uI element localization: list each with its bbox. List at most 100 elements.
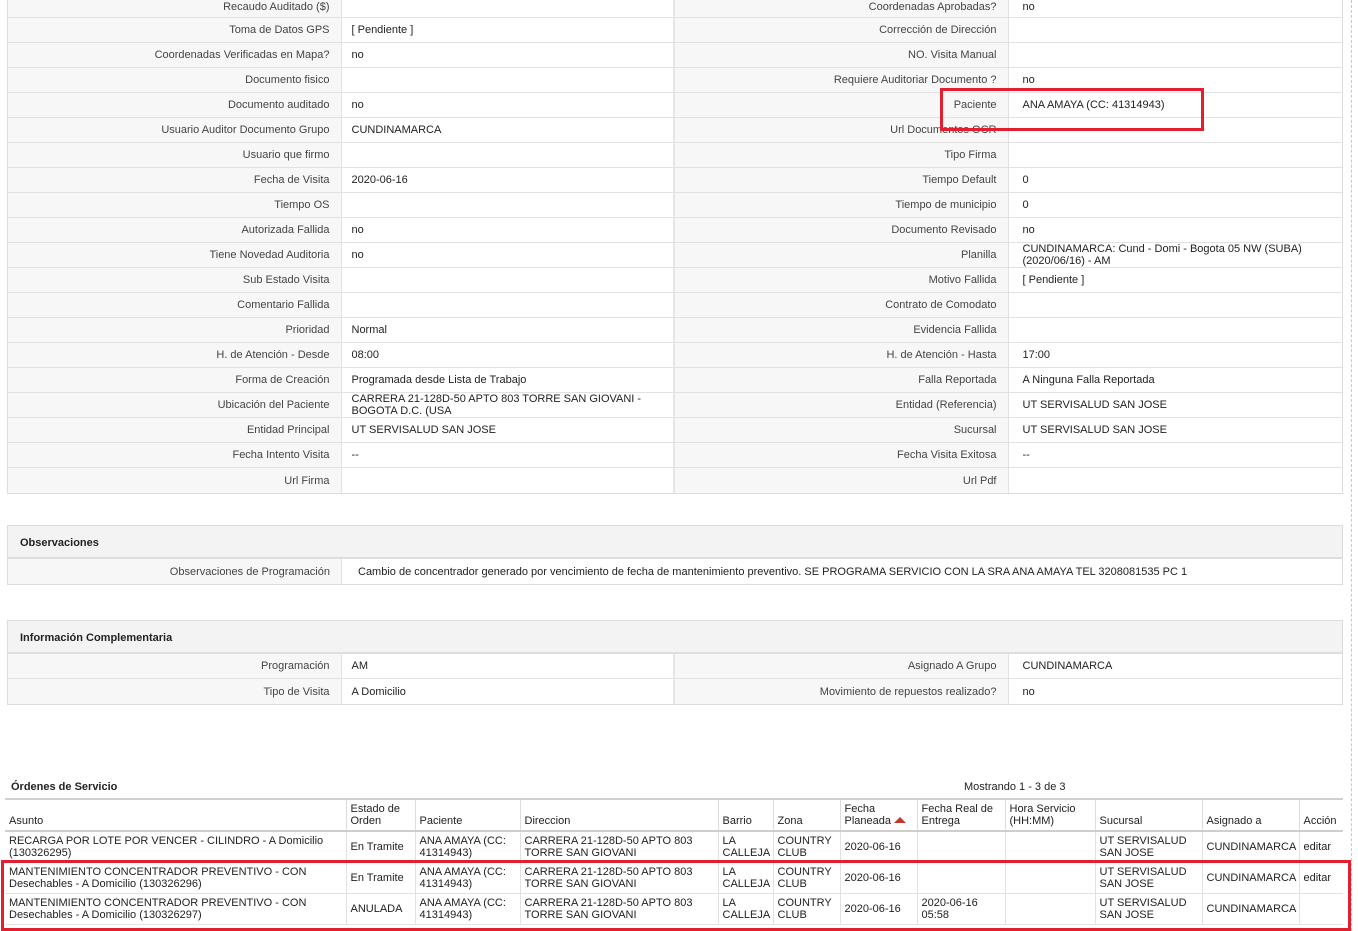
edit-link[interactable]: editar — [1304, 841, 1332, 853]
field-label-fecha-de-visita: Fecha de Visita — [8, 168, 342, 192]
field-label-requiere-auditoriar-documento: Requiere Auditoriar Documento ? — [675, 68, 1009, 92]
field-label-toma-de-datos-gps: Toma de Datos GPS — [8, 18, 342, 42]
cell-hora — [1004, 862, 1095, 894]
field-value-text: Programada desde Lista de Trabajo — [351, 374, 527, 386]
field-label-text: Contrato de Comodato — [885, 299, 997, 311]
detail-row: Comentario Fallida Contrato de Comodato — [8, 293, 1342, 318]
detail-row: Ubicación del Paciente CARRERA 21-128D-50… — [8, 393, 1342, 418]
field-label-text: Evidencia Fallida — [913, 324, 997, 336]
field-value-entidad-principal: UT SERVISALUD SAN JOSE — [342, 418, 675, 442]
field-value-text: no — [1022, 74, 1035, 86]
cell-sucursal: UT SERVISALUD SAN JOSE — [1094, 831, 1202, 863]
field-label-text: Documento Revisado — [891, 224, 997, 236]
informacion-complementaria-section: Información Complementaria Programación A… — [7, 620, 1343, 705]
col-fecha-planeada[interactable]: Fecha Planeada — [839, 799, 917, 832]
field-label-usuario-que-firmo: Usuario que firmo — [8, 143, 342, 167]
field-value-motivo-fallida: [ Pendiente ] — [1009, 268, 1343, 292]
field-value-text: [ Pendiente ] — [351, 24, 414, 36]
detail-row: Tiempo OS Tiempo de municipio 0 — [8, 193, 1342, 218]
field-label-prioridad: Prioridad — [8, 318, 342, 342]
field-label-text: Paciente — [953, 99, 997, 111]
col-zona[interactable]: Zona — [772, 799, 840, 832]
field-value-text: 2020-06-16 — [351, 174, 408, 186]
detail-row: Autorizada Fallida no Documento Revisado no — [8, 218, 1342, 243]
field-value-sub-estado-visita — [342, 268, 675, 292]
cell-zona: COUNTRY CLUB — [772, 831, 840, 863]
field-label-comentario-fallida: Comentario Fallida — [8, 293, 342, 317]
cell-asunto: MANTENIMIENTO CONCENTRADOR PREVENTIVO - … — [5, 862, 346, 894]
cell-paciente: ANA AMAYA (CC: 41314943) — [414, 862, 520, 894]
field-value-text: UT SERVISALUD SAN JOSE — [1022, 424, 1167, 436]
field-value-text: CARRERA 21-128D-50 APTO 803 TORRE SAN GI… — [351, 393, 642, 417]
field-value-documento-revisado: no — [1009, 218, 1343, 242]
detail-row: Recaudo Auditado ($) Coordenadas Aprobada… — [8, 0, 1342, 18]
field-label-text: Fecha Visita Exitosa — [897, 449, 997, 461]
field-label-coordenadas-aprobadas: Coordenadas Aprobadas? — [675, 0, 1009, 17]
col-asignado[interactable]: Asignado a — [1201, 799, 1299, 832]
detail-row: Usuario Auditor Documento Grupo CUNDINAMA… — [8, 118, 1342, 143]
field-label-ubicacion-del-paciente: Ubicación del Paciente — [8, 393, 342, 417]
field-value-h-de-atencion-hasta: 17:00 — [1009, 343, 1343, 367]
field-label-tiene-novedad-auditoria: Tiene Novedad Auditoria — [8, 243, 342, 267]
field-label-text: Programación — [261, 660, 330, 672]
cell-estado: En Tramite — [345, 862, 415, 894]
field-label-text: Coordenadas Verificadas en Mapa? — [154, 49, 330, 61]
field-label-falla-reportada: Falla Reportada — [675, 368, 1009, 392]
field-label-text: Comentario Fallida — [237, 299, 330, 311]
cell-asignado: CUNDINAMARCA — [1201, 862, 1299, 894]
detail-row: Coordenadas Verificadas en Mapa? no NO. Vi… — [8, 43, 1342, 68]
field-value-requiere-auditoriar-documento: no — [1009, 68, 1343, 92]
col-asunto[interactable]: Asunto — [5, 799, 346, 832]
cell-zona: COUNTRY CLUB — [772, 862, 840, 894]
field-value-entidad-referencia: UT SERVISALUD SAN JOSE — [1009, 393, 1343, 417]
field-value-text: no — [351, 49, 364, 61]
detail-row: Documento auditado no Paciente ANA AMAYA (C… — [8, 93, 1342, 118]
field-label-text: Coordenadas Aprobadas? — [868, 1, 997, 13]
field-label-text: Tipo Firma — [944, 149, 997, 161]
cell-barrio: LA CALLEJA — [717, 862, 773, 894]
field-value-ubicacion-del-paciente: CARRERA 21-128D-50 APTO 803 TORRE SAN GI… — [342, 393, 675, 417]
field-value-fecha-intento-visita: -- — [342, 443, 675, 467]
field-label-text: Usuario que firmo — [242, 149, 330, 161]
col-sucursal[interactable]: Sucursal — [1094, 799, 1202, 832]
col-fecha-real[interactable]: Fecha Real de Entrega — [916, 799, 1005, 832]
field-value-tipo-firma — [1009, 143, 1343, 167]
col-barrio[interactable]: Barrio — [717, 799, 773, 832]
field-label-paciente: Paciente — [675, 93, 1009, 117]
field-label-usuario-auditor-documento-grupo: Usuario Auditor Documento Grupo — [8, 118, 342, 142]
field-label-sub-estado-visita: Sub Estado Visita — [8, 268, 342, 292]
field-value-text: no — [1022, 685, 1035, 698]
col-paciente[interactable]: Paciente — [414, 799, 520, 832]
detail-row: Sub Estado Visita Motivo Fallida [ Pendien… — [8, 268, 1342, 293]
field-value-text: no — [351, 99, 364, 111]
field-label-correccion-de-direccion: Corrección de Dirección — [675, 18, 1009, 42]
field-value-sucursal: UT SERVISALUD SAN JOSE — [1009, 418, 1343, 442]
cell-paciente: ANA AMAYA (CC: 41314943) — [414, 893, 520, 925]
field-label-text: Recaudo Auditado ($) — [223, 1, 330, 13]
field-value-text: 0 — [1022, 174, 1029, 186]
field-label-text: Tiempo OS — [274, 199, 330, 211]
field-value-url-firma — [342, 468, 675, 493]
cell-sucursal: UT SERVISALUD SAN JOSE — [1094, 862, 1202, 894]
field-label-programacion: Programación — [8, 654, 342, 678]
observaciones-row: Observaciones de Programación Cambio de … — [8, 559, 1342, 584]
col-hora-servicio[interactable]: Hora Servicio (HH:MM) — [1004, 799, 1095, 832]
observaciones-label: Observaciones de Programación — [8, 559, 342, 584]
field-value-text: no — [351, 224, 364, 236]
field-label-tipo-firma: Tipo Firma — [675, 143, 1009, 167]
field-value-asignado-a-grupo: CUNDINAMARCA — [1009, 654, 1343, 678]
cell-asignado: CUNDINAMARCA — [1201, 831, 1299, 863]
field-label-sucursal: Sucursal — [675, 418, 1009, 442]
cell-accion — [1298, 893, 1343, 925]
detail-row: Toma de Datos GPS [ Pendiente ] Corrección… — [8, 18, 1342, 43]
edit-link[interactable]: editar — [1304, 872, 1332, 884]
informacion-complementaria-rows: Programación AM Asignado A Grupo CUNDINAMAR… — [8, 654, 1342, 704]
field-value-text: CUNDINAMARCA: Cund - Domi - Bogota 05 NW… — [1022, 243, 1302, 267]
col-direccion[interactable]: Direccion — [519, 799, 718, 832]
col-estado[interactable]: Estado de Orden — [345, 799, 415, 832]
field-value-text: UT SERVISALUD SAN JOSE — [1022, 399, 1167, 411]
field-value-tiempo-os — [342, 193, 675, 217]
field-value-text: -- — [351, 449, 359, 461]
field-label-contrato-de-comodato: Contrato de Comodato — [675, 293, 1009, 317]
detail-row: Tipo de Visita A Domicilio Movimiento de r… — [8, 679, 1342, 704]
